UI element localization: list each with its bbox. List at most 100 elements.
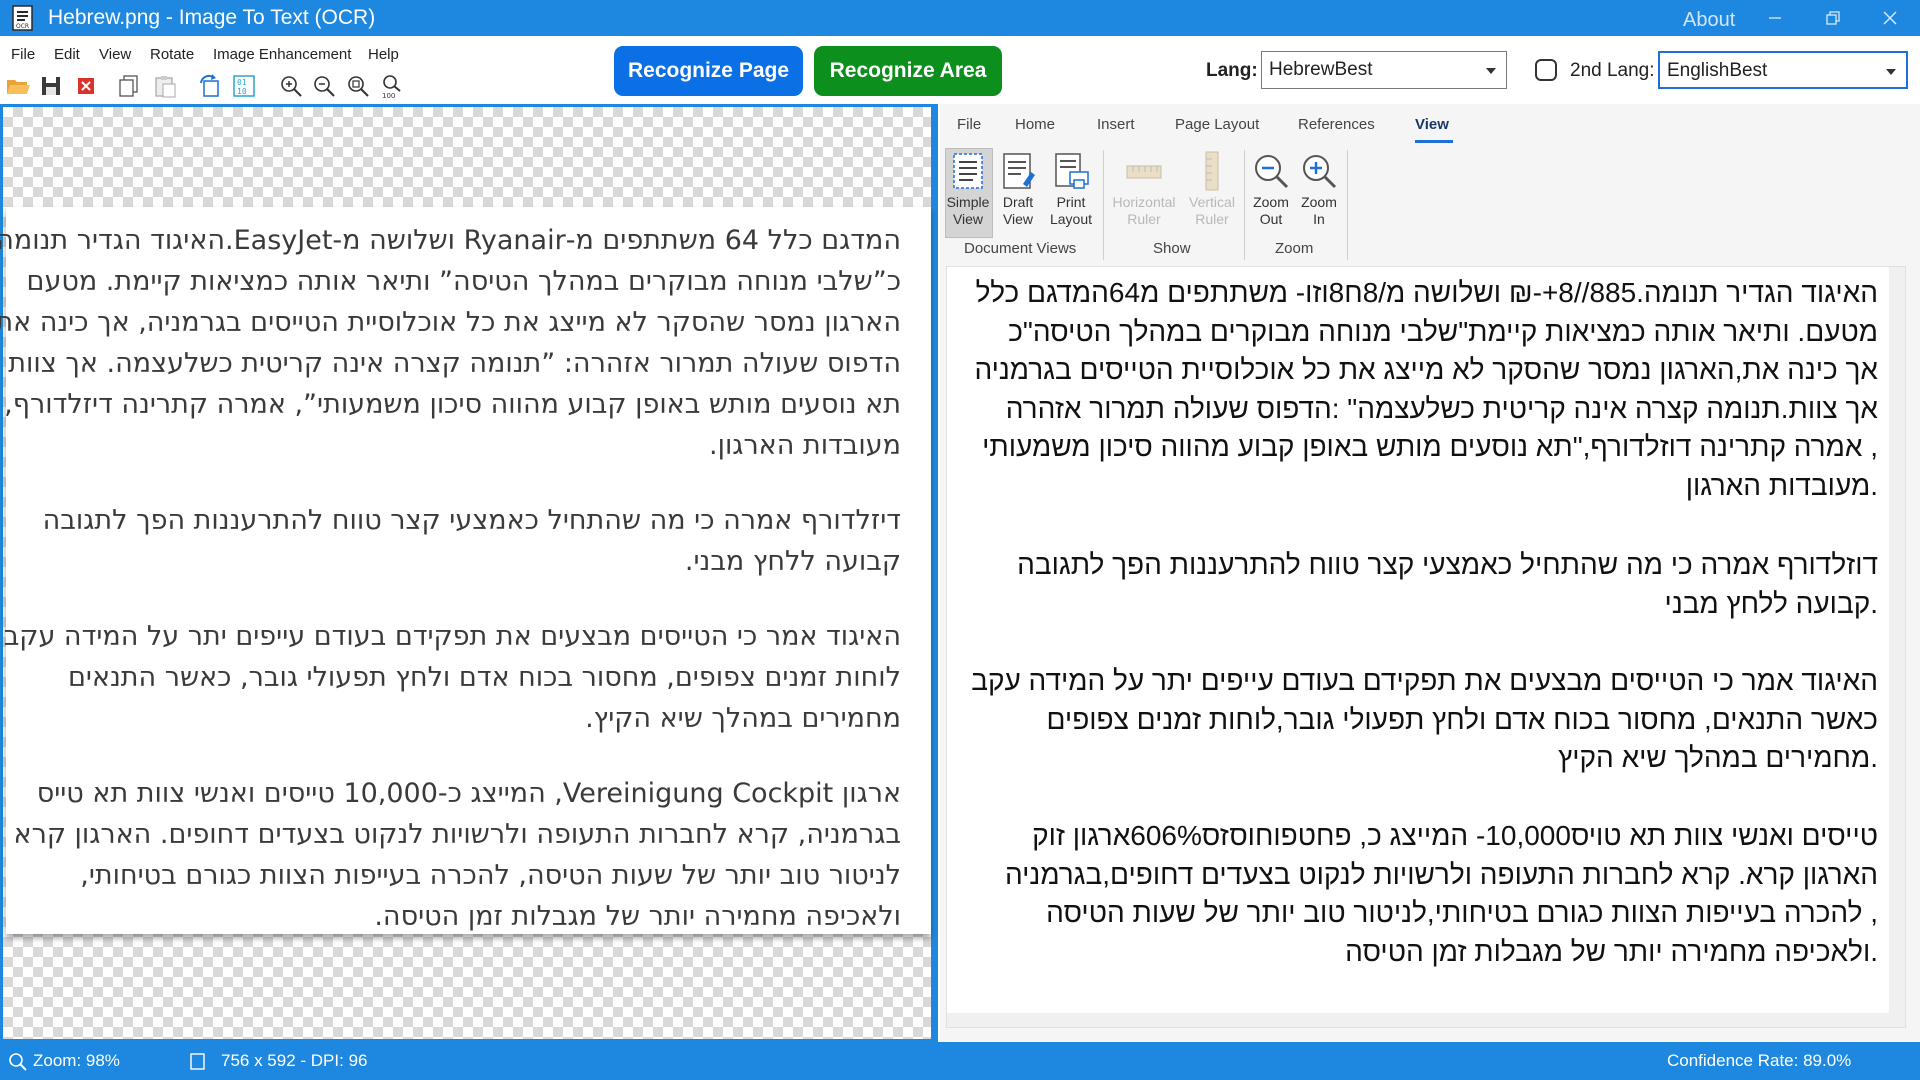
ocr-line: אך כינה את,הארגון נמסר שהסקר לא מייצג את… bbox=[974, 354, 1878, 385]
minimize-icon[interactable] bbox=[1765, 8, 1785, 28]
menu-image-enhancement[interactable]: Image Enhancement bbox=[213, 46, 351, 63]
ocr-line: .קבועה ללחץ מבני bbox=[1664, 587, 1878, 619]
zoom-100-icon[interactable]: 100 bbox=[379, 73, 405, 99]
menu-view[interactable]: View bbox=[99, 46, 131, 63]
save-icon[interactable] bbox=[38, 73, 64, 99]
group-divider bbox=[1103, 150, 1104, 260]
image-line: המדגם כלל 64 משתתפים מ-Ryanair ושלושה מ-… bbox=[0, 225, 901, 256]
page-size-icon bbox=[190, 1053, 206, 1071]
image-canvas[interactable]: המדגם כלל 64 משתתפים מ-Ryanair ושלושה מ-… bbox=[0, 107, 931, 1039]
ocr-paragraph-1: האיגוד הגדיר תנומה.885//8+-₪ ושלושה מ/8ח… bbox=[974, 274, 1878, 505]
horizontal-ruler-button[interactable]: Horizontal Ruler bbox=[1106, 150, 1182, 228]
window-title: Hebrew.png - Image To Text (OCR) bbox=[48, 6, 376, 29]
tab-references[interactable]: References bbox=[1298, 116, 1375, 133]
svg-text:10: 10 bbox=[237, 87, 247, 96]
source-image: המדגם כלל 64 משתתפים מ-Ryanair ושלושה מ-… bbox=[0, 207, 931, 937]
image-paragraph-2: דיזלדורף אמרה כי מה שהתחיל כאמצעי קצר טו… bbox=[43, 500, 901, 582]
ocr-paragraph-3: האיגוד אמר כי הטייסים מבצעים את תפקידם ב… bbox=[971, 662, 1878, 778]
zoom-out-label: Out bbox=[1259, 211, 1283, 227]
open-folder-icon[interactable] bbox=[5, 73, 31, 99]
simple-view-label: View bbox=[952, 211, 984, 227]
app-icon: OCR bbox=[10, 5, 36, 31]
print-layout-button[interactable]: Print Layout bbox=[1045, 150, 1097, 228]
second-lang-value: EnglishBest bbox=[1667, 60, 1768, 81]
group-label-show: Show bbox=[1153, 240, 1191, 257]
zoom-out-icon bbox=[1250, 150, 1292, 192]
second-lang-select[interactable]: EnglishBest bbox=[1658, 51, 1908, 89]
about-link[interactable]: About bbox=[1683, 0, 1735, 40]
ocr-text-editor[interactable]: האיגוד הגדיר תנומה.885//8+-₪ ושלושה מ/8ח… bbox=[946, 266, 1906, 1028]
print-layout-label: Print bbox=[1056, 194, 1086, 210]
image-line: מעובדות הארגון. bbox=[709, 430, 901, 461]
binary-icon[interactable]: 01 10 bbox=[231, 73, 257, 99]
image-paragraph-1: המדגם כלל 64 משתתפים מ-Ryanair ושלושה מ-… bbox=[0, 220, 901, 466]
lang-label: Lang: bbox=[1206, 60, 1258, 81]
paste-icon[interactable] bbox=[152, 73, 178, 99]
tab-file[interactable]: File bbox=[957, 116, 981, 133]
confidence-rate: Confidence Rate: 89.0% bbox=[1667, 1051, 1852, 1070]
ocr-line: , להכרה בעייפות הצוות כגורם בטיחותי,לניט… bbox=[1046, 897, 1878, 928]
image-line: בגרמניה, קרא לחברות התעופה ולרשויות לנקו… bbox=[13, 819, 901, 850]
print-layout-label: Layout bbox=[1049, 211, 1093, 227]
close-icon[interactable] bbox=[1880, 8, 1900, 28]
status-bar: Zoom: 98% 756 x 592 - DPI: 96 Confidence… bbox=[0, 1042, 1920, 1080]
second-lang-checkbox[interactable] bbox=[1535, 59, 1557, 81]
menu-help[interactable]: Help bbox=[368, 46, 399, 63]
draft-view-button[interactable]: Draft View bbox=[995, 150, 1041, 228]
image-dimensions: 756 x 592 - DPI: 96 bbox=[221, 1051, 368, 1070]
tab-view[interactable]: View bbox=[1415, 116, 1449, 133]
image-paragraph-4: ארגון Vereinigung Cockpit, המייצג כ-10,0… bbox=[14, 773, 901, 937]
image-line: כ”שלבי מנוחה מבוקרים במהלך הטיסה” ותיאר … bbox=[26, 266, 901, 297]
ocr-line: אך צוות.תנומה קצרה אינה קריטית כשלעצמה" … bbox=[1005, 392, 1878, 424]
zoom-in-label: Zoom bbox=[1301, 194, 1337, 210]
draft-view-icon bbox=[997, 150, 1039, 192]
image-panel: המדגם כלל 64 משתתפים מ-Ryanair ושלושה מ-… bbox=[0, 104, 938, 1042]
zoom-out-icon[interactable] bbox=[311, 73, 337, 99]
zoom-out-label: Zoom bbox=[1253, 194, 1289, 210]
horizontal-ruler-label: Ruler bbox=[1127, 211, 1161, 227]
lang-select[interactable]: HebrewBest bbox=[1261, 51, 1507, 89]
zoom-out-button[interactable]: Zoom Out bbox=[1248, 150, 1294, 228]
ocr-line: .מעובדות הארגון bbox=[1685, 469, 1878, 501]
menu-rotate[interactable]: Rotate bbox=[150, 46, 194, 63]
image-line: הארגון נמסר שהסקר לא מייצג את כל אוכלוסי… bbox=[0, 307, 901, 338]
vertical-ruler-button[interactable]: Vertical Ruler bbox=[1182, 150, 1242, 228]
title-bar: OCR Hebrew.png - Image To Text (OCR) Abo… bbox=[0, 0, 1920, 36]
restore-icon[interactable] bbox=[1823, 8, 1843, 28]
chevron-down-icon bbox=[1486, 68, 1496, 74]
svg-text:OCR: OCR bbox=[16, 23, 29, 30]
zoom-fit-icon[interactable] bbox=[345, 73, 371, 99]
ocr-line: .מחמירים במהלך שיא הקיץ bbox=[1558, 742, 1878, 773]
recognize-area-button[interactable]: Recognize Area bbox=[814, 46, 1002, 96]
menu-edit[interactable]: Edit bbox=[54, 46, 80, 63]
ocr-line: הארגון קרא. קרא לחברות התעופה ולרשויות ל… bbox=[1004, 858, 1878, 890]
copy-icon[interactable] bbox=[116, 73, 142, 99]
vertical-ruler-label: Vertical bbox=[1189, 194, 1235, 210]
lang-value: HebrewBest bbox=[1269, 59, 1373, 80]
image-line: דיזלדורף אמרה כי מה שהתחיל כאמצעי קצר טו… bbox=[42, 505, 901, 536]
recognize-page-button[interactable]: Recognize Page bbox=[614, 46, 803, 96]
zoom-in-button[interactable]: Zoom In bbox=[1296, 150, 1342, 228]
image-line: לוחות זמנים צפופים, מחסור בכוח אדם ולחץ … bbox=[67, 662, 901, 693]
simple-view-label: Simple bbox=[946, 194, 990, 210]
print-layout-icon bbox=[1050, 150, 1092, 192]
menu-file[interactable]: File bbox=[11, 46, 35, 63]
simple-view-button[interactable]: Simple View bbox=[944, 150, 992, 228]
ocr-line: האיגוד הגדיר תנומה.885//8+-₪ ושלושה מ/8ח… bbox=[975, 277, 1878, 308]
image-line: האיגוד אמר כי הטייסים מבצעים את תפקידם ב… bbox=[3, 621, 901, 652]
tab-home[interactable]: Home bbox=[1015, 116, 1055, 133]
image-line: קבועה ללחץ מבני. bbox=[684, 546, 901, 577]
tab-page-layout[interactable]: Page Layout bbox=[1175, 116, 1259, 133]
image-line: ארגון Vereinigung Cockpit, המייצג כ-10,0… bbox=[36, 778, 901, 809]
active-tab-indicator bbox=[1415, 140, 1453, 143]
vertical-ruler-icon bbox=[1191, 150, 1233, 192]
rotate-icon[interactable] bbox=[197, 73, 223, 99]
tab-insert[interactable]: Insert bbox=[1097, 116, 1135, 133]
image-line: תא נוסעים מותש באופן קבוע מהווה סיכון מש… bbox=[4, 389, 901, 420]
svg-text:100: 100 bbox=[382, 92, 395, 99]
zoom-in-icon[interactable] bbox=[278, 73, 304, 99]
horizontal-ruler-icon bbox=[1123, 150, 1165, 192]
vertical-scrollbar[interactable] bbox=[1889, 267, 1905, 1027]
close-file-icon[interactable] bbox=[73, 73, 99, 99]
horizontal-scrollbar[interactable] bbox=[947, 1013, 1889, 1027]
